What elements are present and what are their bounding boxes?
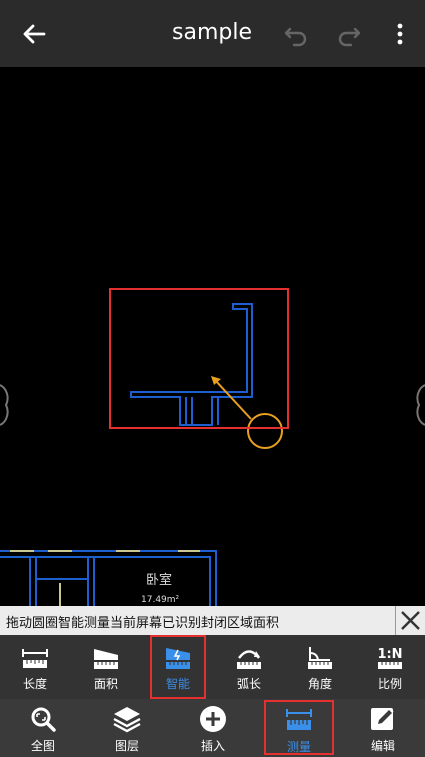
hint-message-text: 拖动圆圈智能测量当前屏幕已识别封闭区域面积 [6, 616, 280, 631]
scale-ratio-icon: 1:N [377, 647, 403, 669]
redo-icon[interactable] [335, 20, 363, 48]
nav-label: 全图 [30, 739, 55, 753]
measure-tools-bar: 长度 面积 智能 弧长 角度 1:N 比例 [0, 635, 425, 699]
tool-scale-ratio[interactable]: 1:N 比例 [360, 635, 420, 699]
drag-circle[interactable] [247, 413, 283, 449]
right-edge-handle-icon [416, 384, 425, 426]
close-message-button[interactable] [395, 606, 425, 635]
drawing-canvas[interactable]: 卧室 17.49m² [0, 67, 425, 635]
tool-smart[interactable]: 智能 [150, 635, 206, 699]
top-toolbar: sample [0, 0, 425, 67]
tool-label: 智能 [165, 677, 190, 691]
room-label: 卧室 [146, 572, 172, 588]
tool-label: 长度 [22, 677, 47, 691]
bottom-navigation: 全图 图层 插入 测量 编辑 [0, 699, 425, 757]
nav-edit[interactable]: 编辑 [348, 699, 418, 757]
nav-measure[interactable]: 测量 [264, 700, 334, 755]
floor-plan: 卧室 17.49m² [0, 288, 425, 635]
edit-icon [371, 708, 394, 730]
nav-label: 图层 [114, 739, 139, 753]
area-icon [94, 649, 118, 669]
smart-measure-icon [166, 648, 190, 669]
back-arrow-icon[interactable] [18, 18, 50, 50]
arc-length-icon [237, 650, 261, 669]
length-ruler-icon [22, 649, 48, 668]
nav-layers[interactable]: 图层 [92, 699, 162, 757]
tool-area[interactable]: 面积 [76, 635, 136, 699]
tool-angle[interactable]: 角度 [290, 635, 350, 699]
nav-label: 插入 [200, 739, 225, 753]
more-options-icon[interactable] [390, 20, 410, 48]
nav-full-view[interactable]: 全图 [8, 699, 78, 757]
undo-icon[interactable] [282, 20, 310, 48]
selection-rectangle [109, 288, 289, 429]
nav-insert[interactable]: 插入 [178, 699, 248, 757]
tool-label: 面积 [93, 677, 118, 691]
layers-icon [113, 707, 141, 733]
measure-icon [286, 709, 312, 730]
recognized-region-walls [130, 303, 253, 426]
tool-arc-length[interactable]: 弧长 [219, 635, 279, 699]
scale-ratio-text: 1:N [377, 647, 402, 662]
tool-label: 弧长 [236, 677, 261, 691]
nav-label: 编辑 [370, 739, 395, 753]
hint-message-bar: 拖动圆圈智能测量当前屏幕已识别封闭区域面积 [0, 606, 425, 635]
tool-label: 角度 [307, 677, 332, 691]
tool-label: 比例 [377, 677, 402, 691]
angle-icon [308, 647, 332, 669]
tool-length[interactable]: 长度 [5, 635, 65, 699]
close-icon [401, 611, 420, 630]
nav-label: 测量 [286, 740, 311, 754]
full-view-icon [31, 707, 56, 732]
insert-plus-icon [200, 706, 226, 732]
room-area-label: 17.49m² [141, 595, 180, 605]
document-title: sample [172, 20, 252, 45]
left-edge-handle-icon [0, 384, 9, 426]
